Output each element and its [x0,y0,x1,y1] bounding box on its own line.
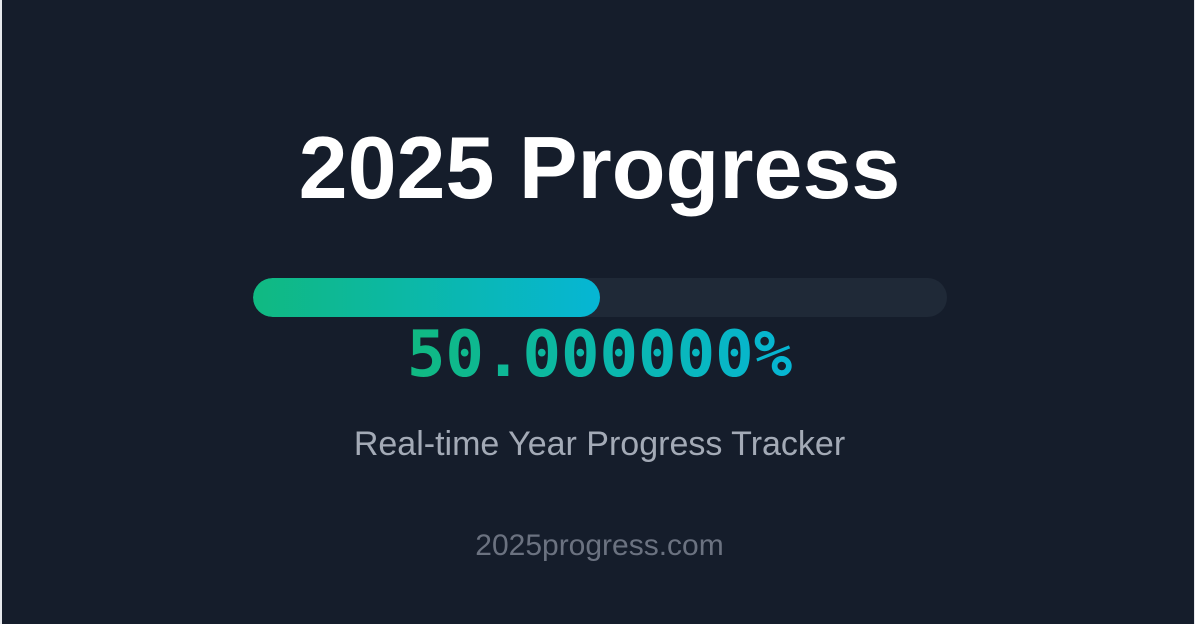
page-title: 2025 Progress [298,118,901,217]
progress-percent-container: 50.000000% [2,318,1195,392]
tagline: Real-time Year Progress Tracker [353,425,846,463]
progress-bar-track [253,278,947,317]
site-url: 2025progress.com [475,529,724,562]
progress-card: 2025 Progress 50.000000% Real-time Year … [0,0,1195,624]
progress-percent: 50.000000% [406,318,793,392]
progress-bar-fill [253,278,600,317]
